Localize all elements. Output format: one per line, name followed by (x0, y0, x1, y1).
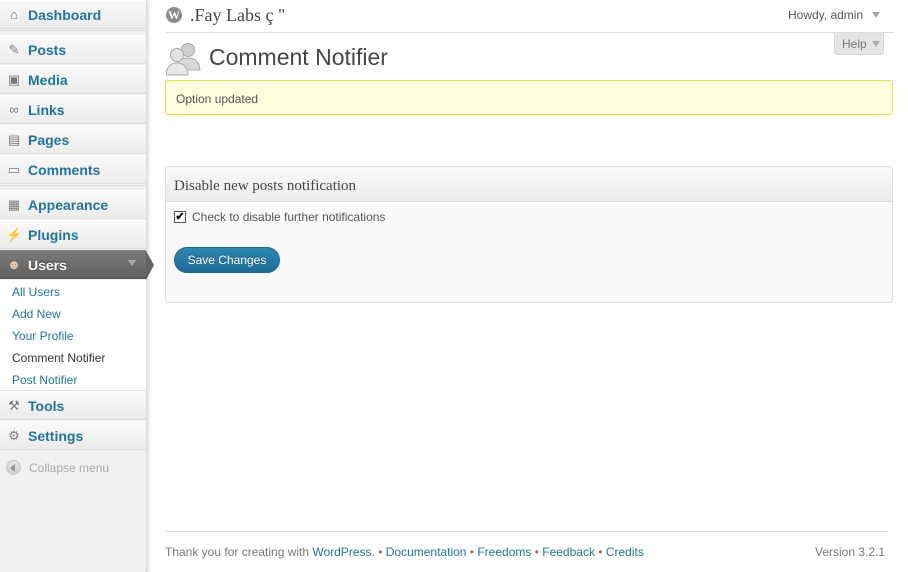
appearance-icon: ▦ (7, 197, 21, 212)
menu-item-dashboard[interactable]: ⌂ Dashboard (0, 0, 146, 29)
menu-item-label: Comments (28, 162, 101, 178)
menu-item-label: Settings (28, 428, 84, 444)
chain-link-icon: ∞ (9, 102, 19, 117)
submenu-item-all-users[interactable]: All Users (12, 285, 60, 299)
menu-item-label: Links (28, 102, 65, 118)
user-greeting[interactable]: Howdy, admin (788, 8, 863, 22)
documentation-link[interactable]: Documentation (386, 545, 467, 559)
footer-credits: Thank you for creating with WordPress. •… (165, 545, 644, 559)
chevron-down-icon (128, 260, 136, 266)
footer-separator: • (466, 545, 478, 559)
users-page-icon (166, 43, 201, 76)
submenu-item-add-new[interactable]: Add New (12, 307, 61, 321)
menu-item-users[interactable]: ☻ Users (0, 250, 154, 280)
feedback-link[interactable]: Feedback (542, 545, 595, 559)
disable-notifications-checkbox[interactable]: ✔ (174, 211, 186, 223)
submenu-item-your-profile[interactable]: Your Profile (12, 329, 74, 343)
freedoms-link[interactable]: Freedoms (477, 545, 531, 559)
menu-item-media[interactable]: ▣ Media (0, 65, 146, 94)
credits-link[interactable]: Credits (606, 545, 644, 559)
users-icon: ☻ (7, 257, 21, 272)
menu-item-plugins[interactable]: ⚡ Plugins (0, 220, 146, 249)
postbox-header: Disable new posts notification (166, 167, 892, 202)
updated-notice: Option updated (165, 80, 893, 115)
wordpress-link[interactable]: WordPress (312, 545, 371, 559)
tools-icon: ⚒ (8, 398, 20, 413)
speech-bubble-icon: ▭ (7, 162, 21, 177)
menu-item-label: Appearance (28, 197, 109, 213)
menu-item-label: Users (28, 257, 67, 273)
house-icon: ⌂ (10, 7, 18, 22)
notice-text: Option updated (176, 92, 259, 106)
settings-postbox: Disable new posts notification ✔ Check t… (165, 166, 893, 303)
current-menu-pointer (146, 251, 154, 280)
admin-sidebar: ⌂ Dashboard ✎ Posts ▣ Media ∞ Links ▤ Pa… (0, 0, 154, 572)
save-changes-button[interactable]: Save Changes (174, 247, 280, 273)
footer-separator: . • (371, 545, 386, 559)
menu-separator (0, 185, 146, 189)
pushpin-icon: ✎ (8, 42, 20, 57)
menu-item-label: Media (28, 72, 68, 88)
menu-item-label: Plugins (28, 227, 79, 243)
header-divider (166, 32, 894, 33)
users-submenu: All Users Add New Your Profile Comment N… (0, 280, 146, 391)
help-tab-button[interactable]: Help (834, 33, 884, 55)
footer-divider (165, 531, 888, 532)
collapse-arrow-icon (6, 460, 21, 475)
site-title[interactable]: .Fay Labs ç " (190, 5, 285, 26)
menu-item-label: Posts (28, 42, 67, 58)
menu-item-tools[interactable]: ⚒ Tools (0, 391, 146, 420)
submenu-item-post-notifier[interactable]: Post Notifier (12, 373, 77, 387)
settings-icon: ⚙ (8, 428, 20, 443)
collapse-menu-button[interactable]: Collapse menu (6, 460, 136, 476)
chevron-down-icon (872, 41, 880, 47)
menu-separator (0, 30, 146, 34)
menu-item-links[interactable]: ∞ Links (0, 95, 146, 124)
menu-item-comments[interactable]: ▭ Comments (0, 155, 146, 184)
postbox-title: Disable new posts notification (174, 178, 357, 194)
disable-notifications-label[interactable]: Check to disable further notifications (192, 210, 385, 224)
pages-icon: ▤ (7, 132, 21, 147)
menu-item-label: Dashboard (28, 7, 102, 23)
menu-item-appearance[interactable]: ▦ Appearance (0, 190, 146, 219)
footer-separator: • (594, 545, 606, 559)
media-icon: ▣ (7, 72, 21, 87)
chevron-down-icon[interactable] (872, 12, 880, 18)
submenu-item-comment-notifier[interactable]: Comment Notifier (12, 351, 105, 365)
version-text: Version 3.2.1 (815, 545, 886, 559)
menu-item-label: Pages (28, 132, 70, 148)
footer-separator: • (531, 545, 543, 559)
menu-item-settings[interactable]: ⚙ Settings (0, 421, 146, 450)
menu-item-posts[interactable]: ✎ Posts (0, 35, 146, 64)
menu-item-label: Tools (28, 398, 65, 414)
footer-thanks-text: Thank you for creating with (165, 545, 313, 559)
help-label: Help (842, 37, 867, 51)
page-title: Comment Notifier (209, 44, 388, 70)
menu-item-pages[interactable]: ▤ Pages (0, 125, 146, 154)
plug-icon: ⚡ (6, 227, 23, 242)
collapse-menu-label: Collapse menu (29, 461, 110, 475)
wordpress-logo-icon[interactable]: W (166, 7, 182, 23)
